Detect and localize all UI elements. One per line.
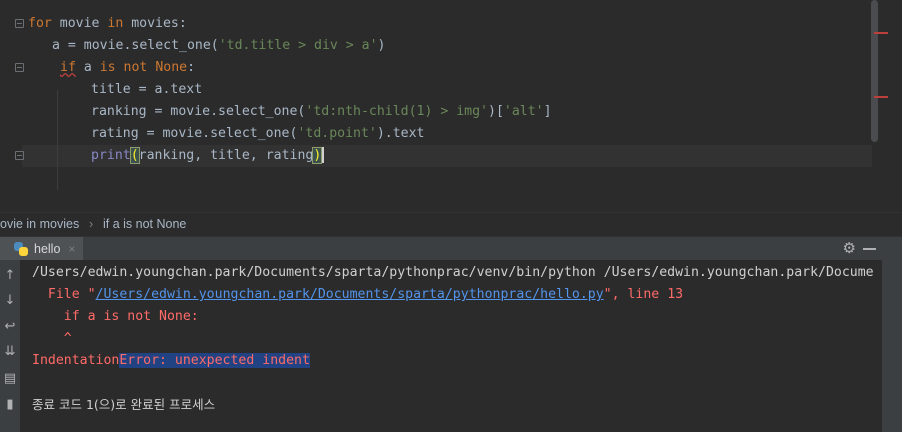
run-panel-header: hello × ⚙ (0, 236, 902, 260)
soft-wrap-icon[interactable]: ↩ (2, 319, 18, 335)
code-line-2[interactable]: a = movie.select_one('td.title > div > a… (52, 35, 385, 57)
code-line-6[interactable]: rating = movie.select_one('td.point').te… (91, 123, 424, 145)
code-text: : (187, 60, 196, 75)
code-text: a (75, 60, 100, 75)
keyword: None (155, 60, 188, 75)
code-text: movies: (123, 16, 187, 31)
selected-text: Error: unexpected indent (119, 353, 310, 368)
code-text: ) (377, 38, 386, 53)
code-text: ranking = movie.select_one( (91, 104, 306, 119)
code-line-5[interactable]: ranking = movie.select_one('td:nth-child… (91, 101, 552, 123)
editor-scrollbar[interactable] (871, 0, 878, 142)
error-marker[interactable] (874, 96, 888, 98)
code-text: )[ (488, 104, 504, 119)
python-icon (14, 241, 28, 256)
fold-icon[interactable] (15, 151, 24, 160)
console-line: /Users/edwin.youngchan.park/Documents/sp… (32, 265, 874, 280)
console-text: File " (32, 287, 96, 302)
keyword: is not (99, 60, 148, 75)
console-line: if a is not None: (32, 309, 199, 324)
arrow-up-icon[interactable]: ↑ (2, 268, 18, 284)
string-literal: 'td:nth-child(1) > img' (305, 104, 488, 119)
console-line: File "/Users/edwin.youngchan.park/Docume… (32, 284, 683, 306)
code-editor[interactable]: for movie in movies: a = movie.select_on… (0, 0, 902, 212)
breadcrumb-separator: › (89, 217, 94, 231)
gear-icon[interactable]: ⚙ (843, 240, 856, 257)
console-text: ", line 13 (603, 287, 684, 302)
console-output[interactable]: /Users/edwin.youngchan.park/Documents/sp… (20, 260, 882, 432)
arrow-down-icon[interactable]: ↓ (2, 293, 18, 309)
file-link[interactable]: /Users/edwin.youngchan.park/Documents/sp… (96, 287, 604, 302)
minimize-icon[interactable] (863, 248, 876, 250)
run-tab-hello[interactable]: hello × (0, 237, 84, 260)
tab-label: hello (34, 241, 61, 256)
keyword: for (28, 16, 52, 31)
code-text: ] (543, 104, 552, 119)
ide-window: { "editor": { "code": { "l1": {"kw1": "f… (0, 0, 902, 432)
trash-icon[interactable]: ▮ (2, 397, 18, 413)
code-line-7[interactable]: print(ranking, title, rating) (91, 145, 324, 167)
console-line: IndentationError: unexpected indent (32, 350, 310, 372)
run-toolbar: ↑ ↓ ↩ ⇊ ▤ ▮ (0, 260, 20, 432)
matched-paren: ( (129, 147, 140, 164)
matched-paren: ) (312, 147, 323, 164)
keyword: if (60, 60, 76, 75)
text-caret (322, 147, 324, 163)
code-text: title = a.text (91, 82, 203, 97)
scroll-to-end-icon[interactable]: ⇊ (2, 344, 18, 360)
code-text: movie (51, 16, 108, 31)
console-right-strip (882, 260, 902, 432)
code-text: rating = movie.select_one( (91, 126, 298, 141)
code-text: ).text (376, 126, 425, 141)
breadcrumb-item[interactable]: if a is not None (103, 213, 186, 235)
console-line: 종료 코드 1(으)로 완료된 프로세스 (32, 397, 216, 412)
code-line-4[interactable]: title = a.text (91, 79, 202, 101)
string-literal: 'alt' (503, 104, 544, 119)
breadcrumb: ovie in movies › if a is not None (0, 212, 902, 236)
fold-icon[interactable] (15, 63, 24, 72)
code-text: a = movie.select_one( (52, 38, 219, 53)
print-icon[interactable]: ▤ (2, 371, 18, 387)
indent-guide (57, 90, 58, 190)
console-line: ^ (32, 331, 72, 346)
keyword: in (107, 16, 124, 31)
code-text: ranking, title, rating (138, 148, 314, 163)
code-line-1[interactable]: for movie in movies: (28, 13, 187, 35)
error-marker[interactable] (874, 32, 888, 34)
breadcrumb-item[interactable]: ovie in movies (0, 213, 79, 235)
editor-gutter (0, 0, 22, 212)
fold-icon[interactable] (15, 19, 24, 28)
builtin: print (91, 148, 131, 163)
string-literal: 'td.title > div > a' (218, 38, 378, 53)
close-icon[interactable]: × (68, 242, 75, 256)
console-text: Indentation (32, 353, 120, 368)
code-line-3[interactable]: if a is not None: (60, 57, 195, 79)
string-literal: 'td.point' (297, 126, 377, 141)
